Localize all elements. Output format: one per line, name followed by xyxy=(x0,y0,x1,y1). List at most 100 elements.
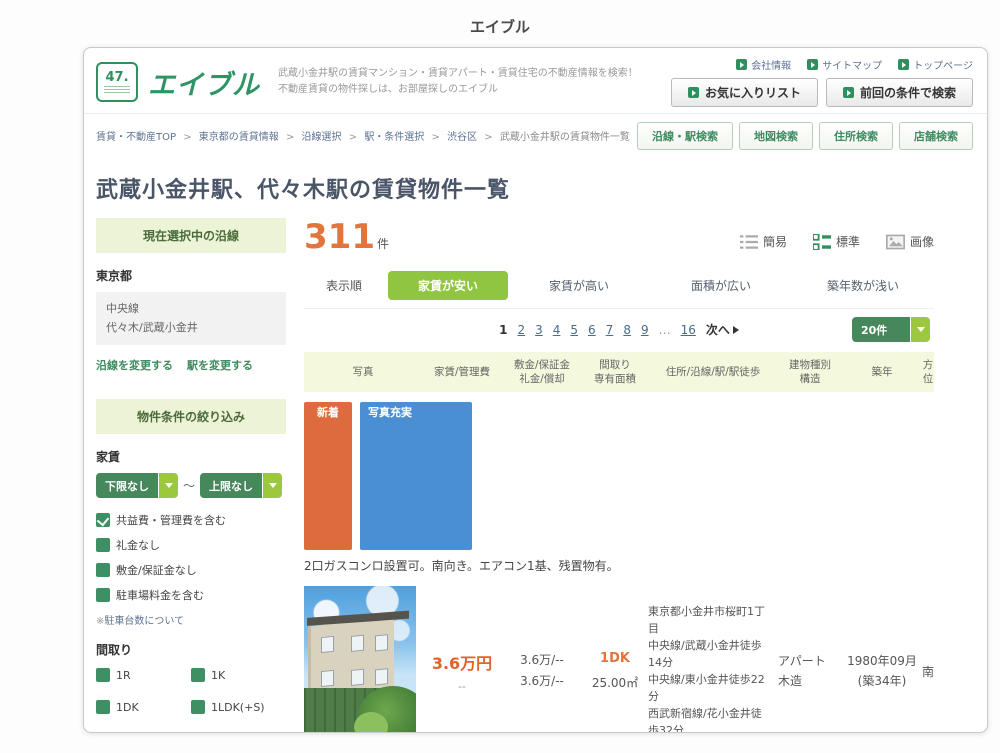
th-deposit: 敷金/保証金礼金/償却 xyxy=(502,358,582,386)
previous-search-button[interactable]: 前回の条件で検索 xyxy=(826,78,973,107)
image-icon xyxy=(886,234,905,250)
checkbox-icon[interactable] xyxy=(191,732,205,733)
checkbox-icon[interactable] xyxy=(96,588,110,602)
checkbox-icon[interactable] xyxy=(96,732,110,733)
link-top-page[interactable]: トップページ xyxy=(898,57,973,72)
checkbox-no-key-money[interactable]: 礼金なし xyxy=(96,537,286,553)
checkbox-include-parking-fee[interactable]: 駐車場料金を含む xyxy=(96,587,286,603)
checkbox-2k2dk[interactable]: 2K/2DK xyxy=(96,732,191,733)
sort-area-desc[interactable]: 面積が広い xyxy=(650,277,792,294)
page-number[interactable]: 9 xyxy=(641,323,649,337)
rent-max-dropdown[interactable]: 上限なし xyxy=(200,473,282,498)
page-number[interactable]: 8 xyxy=(623,323,631,337)
sort-age-asc[interactable]: 築年数が浅い xyxy=(792,277,934,294)
view-mode-image[interactable]: 画像 xyxy=(886,233,934,250)
checkbox-icon[interactable] xyxy=(96,563,110,577)
header-right: 会社情報 サイトマップ トップページ お気に入りリスト 前回 xyxy=(671,57,973,107)
breadcrumb-item[interactable]: 東京都の賃貸情報 xyxy=(199,132,279,143)
tab-shop-search[interactable]: 店舗検索 xyxy=(899,122,973,150)
link-company-info[interactable]: 会社情報 xyxy=(736,57,791,72)
checkbox-2ldk[interactable]: 2LDK(+S) xyxy=(191,732,286,733)
page-number[interactable]: 7 xyxy=(606,323,614,337)
tab-line-station-search[interactable]: 沿線・駅検索 xyxy=(637,122,733,150)
sort-label: 表示順 xyxy=(326,277,362,294)
th-rent: 家賃/管理費 xyxy=(422,365,502,379)
sort-bar: 表示順 家賃が安い 家賃が高い 面積が広い 築年数が浅い xyxy=(304,264,934,309)
view-mode-standard[interactable]: 標準 xyxy=(813,233,860,250)
checkbox-include-management-fee[interactable]: 共益費・管理費を含む xyxy=(96,512,286,528)
table-header: 写真 家賃/管理費 敷金/保証金礼金/償却 間取り専有面積 住所/沿線/駅/駅徒… xyxy=(304,352,934,392)
count-row: 311件 簡易 標準 画像 xyxy=(304,218,934,264)
green-arrow-icon xyxy=(843,87,854,98)
anniversary-badge: 47. xyxy=(96,62,138,102)
link-sitemap[interactable]: サイトマップ xyxy=(807,57,882,72)
view-mode-simple[interactable]: 簡易 xyxy=(740,233,787,250)
checkbox-checked-icon[interactable] xyxy=(96,513,110,527)
checkbox-label: 1DK xyxy=(116,701,139,714)
filter-checkbox-list: 共益費・管理費を含む 礼金なし 敷金/保証金なし 駐車場料金を含む xyxy=(96,512,286,603)
checkbox-icon[interactable] xyxy=(191,700,205,714)
breadcrumb-separator: > xyxy=(183,132,191,143)
checkbox-icon[interactable] xyxy=(96,668,110,682)
checkbox-1r[interactable]: 1R xyxy=(96,668,191,682)
site-tagline: 武蔵小金井駅の賃貸マンション・賃貸アパート・賃貸住宅の不動産情報を検索！ 不動産… xyxy=(278,66,638,98)
change-line-link[interactable]: 沿線を変更する xyxy=(96,357,173,373)
tab-map-search[interactable]: 地図検索 xyxy=(739,122,813,150)
breadcrumb-separator: > xyxy=(349,132,357,143)
badge-caption-lines xyxy=(104,86,130,93)
pagination: 1 2 3 4 5 6 7 8 9 … 16 次へ xyxy=(499,321,739,338)
checkbox-label: 1K xyxy=(211,669,225,682)
deposit-cell: 3.6万/-- 3.6万/-- xyxy=(502,650,582,693)
page-number[interactable]: 6 xyxy=(588,323,596,337)
change-station-link[interactable]: 駅を変更する xyxy=(187,357,253,373)
selected-line-header: 現在選択中の沿線 xyxy=(96,218,286,253)
rent-max-value: 上限なし xyxy=(200,473,262,498)
page-number[interactable]: 5 xyxy=(570,323,578,337)
checkbox-icon[interactable] xyxy=(96,700,110,714)
selected-line-name: 中央線 xyxy=(106,300,276,319)
layout-label: 間取り xyxy=(96,641,286,658)
favorites-list-button[interactable]: お気に入りリスト xyxy=(671,78,818,107)
checkbox-label: 1LDK(+S) xyxy=(211,701,265,714)
breadcrumb-item[interactable]: 駅・条件選択 xyxy=(364,132,424,143)
access-line: 中央線/武蔵小金井徒歩14分 xyxy=(648,637,772,671)
tab-address-search[interactable]: 住所検索 xyxy=(819,122,893,150)
page-number[interactable]: 3 xyxy=(535,323,543,337)
view-mode-label: 標準 xyxy=(836,233,860,250)
rent-cell: 3.6万円 -- xyxy=(422,650,502,693)
page-number[interactable]: 4 xyxy=(553,323,561,337)
page-number[interactable]: 2 xyxy=(517,323,525,337)
checkbox-no-deposit[interactable]: 敷金/保証金なし xyxy=(96,562,286,578)
checkbox-icon[interactable] xyxy=(96,538,110,552)
range-tilde: ～ xyxy=(183,477,195,494)
per-page-dropdown[interactable]: 20件 xyxy=(852,317,930,342)
chevron-down-icon xyxy=(263,473,282,498)
site-logo[interactable]: エイブル xyxy=(148,63,260,102)
breadcrumb-item[interactable]: 賃貸・不動産TOP xyxy=(96,132,176,143)
th-photo: 写真 xyxy=(304,365,422,379)
next-page-link[interactable]: 次へ xyxy=(706,321,739,338)
simple-list-icon xyxy=(740,234,758,250)
rent-min-dropdown[interactable]: 下限なし xyxy=(96,473,178,498)
checkbox-1k[interactable]: 1K xyxy=(191,668,286,682)
new-badge: 新着 xyxy=(304,402,352,550)
property-photo[interactable] xyxy=(304,586,416,733)
access-line: 西武新宿線/花小金井徒歩32分 xyxy=(648,705,772,733)
page-title: 武蔵小金井駅、代々木駅の賃貸物件一覧 xyxy=(84,154,987,218)
selected-line-section: 現在選択中の沿線 東京都 中央線 代々木/武蔵小金井 沿線を変更する 駅を変更す… xyxy=(96,218,286,373)
breadcrumb-item[interactable]: 渋谷区 xyxy=(447,132,477,143)
sort-rent-desc[interactable]: 家賃が高い xyxy=(508,277,650,294)
checkbox-label: 駐車場料金を含む xyxy=(116,587,204,603)
checkbox-1ldk[interactable]: 1LDK(+S) xyxy=(191,700,286,714)
parking-count-note-link[interactable]: ※駐車台数について xyxy=(96,612,286,627)
breadcrumb-item[interactable]: 沿線選択 xyxy=(302,132,342,143)
sort-rent-asc[interactable]: 家賃が安い xyxy=(388,271,508,300)
page-number-last[interactable]: 16 xyxy=(681,323,696,337)
selected-stations: 代々木/武蔵小金井 xyxy=(106,319,276,338)
checkbox-1dk[interactable]: 1DK xyxy=(96,700,191,714)
results-main: 311件 簡易 標準 画像 xyxy=(304,218,934,733)
sidebar: 現在選択中の沿線 東京都 中央線 代々木/武蔵小金井 沿線を変更する 駅を変更す… xyxy=(96,218,286,733)
header-top-links: 会社情報 サイトマップ トップページ xyxy=(736,57,973,72)
th-building: 建物種別構造 xyxy=(778,358,842,386)
checkbox-icon[interactable] xyxy=(191,668,205,682)
